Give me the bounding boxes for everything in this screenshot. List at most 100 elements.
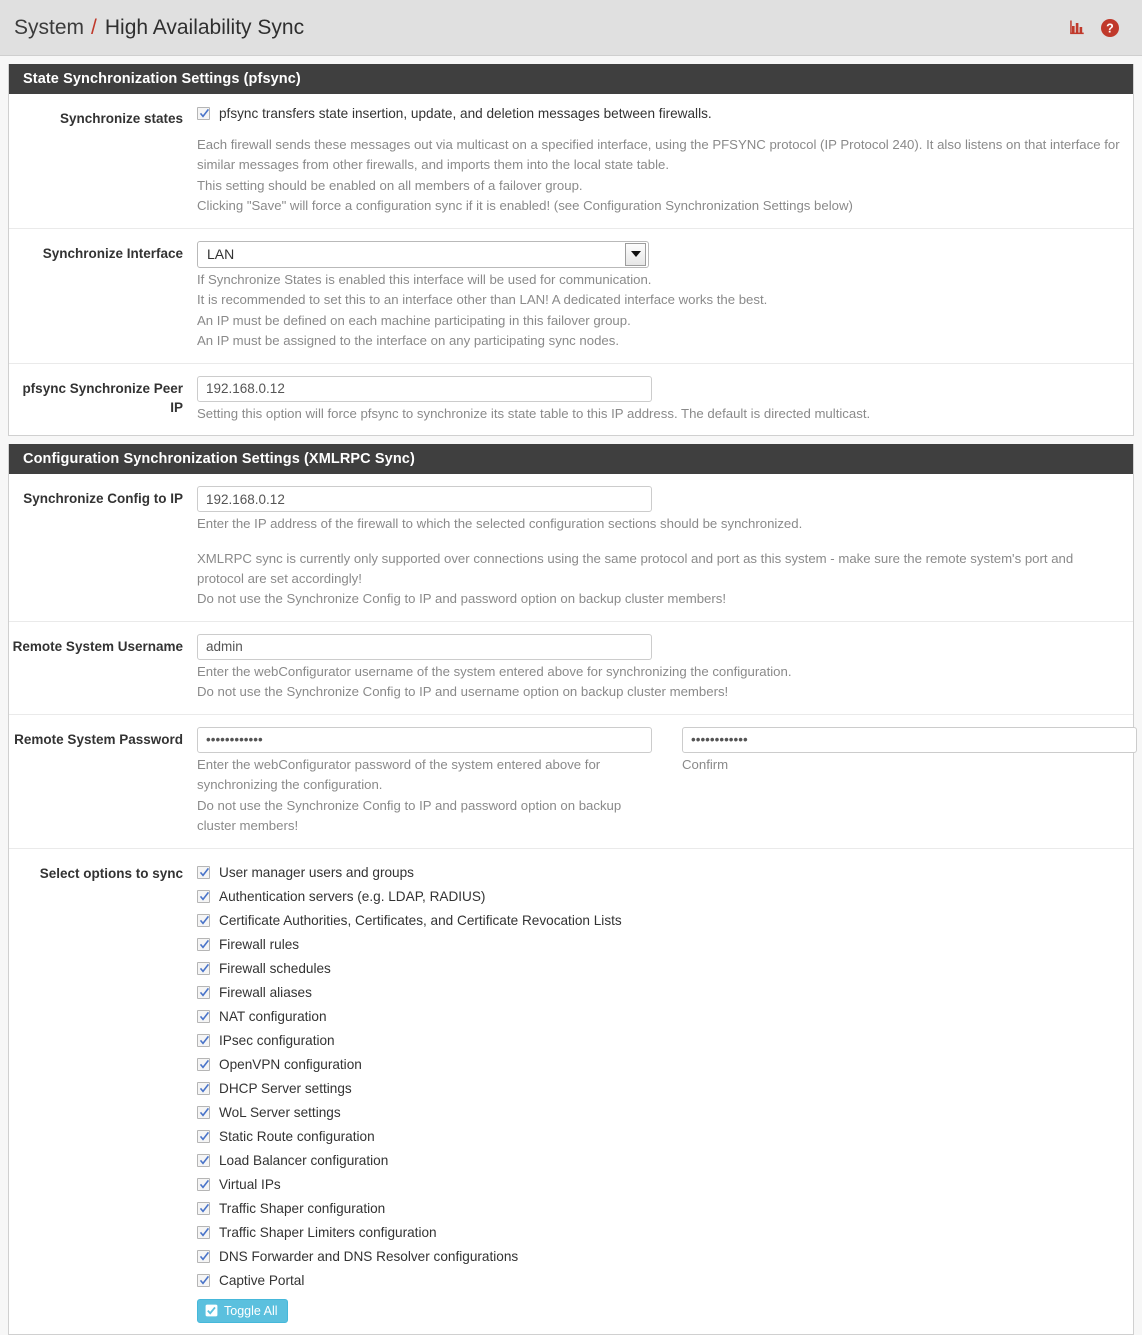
checkbox-synchronize-states[interactable] <box>197 107 210 120</box>
xmlrpc-panel: Configuration Synchronization Settings (… <box>8 444 1137 1335</box>
checkbox-sync-option[interactable] <box>197 986 210 1000</box>
warning-xmlrpc-protocol: XMLRPC sync is currently only supported … <box>197 550 1074 586</box>
checkbox-sync-option[interactable] <box>197 1130 210 1144</box>
help-synchronize-interface-2: It is recommended to set this to an inte… <box>197 292 768 308</box>
row-synchronize-states: Synchronize states pfsync transfers stat… <box>9 94 1133 229</box>
help-synchronize-states-1: Each firewall sends these messages out v… <box>197 137 1120 173</box>
checkbox-sync-option[interactable] <box>197 1082 210 1096</box>
svg-text:?: ? <box>1106 21 1114 35</box>
checkbox-sync-option[interactable] <box>197 890 210 904</box>
checkbox-sync-option[interactable] <box>197 1202 210 1216</box>
breadcrumb-bar: System / High Availability Sync ? <box>0 0 1142 56</box>
help-synchronize-interface-4: An IP must be assigned to the interface … <box>197 333 620 349</box>
sync-option-label: Load Balancer configuration <box>219 1152 389 1168</box>
check-square-icon <box>205 1304 218 1317</box>
sync-option-label: Firewall rules <box>219 936 300 952</box>
checkbox-sync-option[interactable] <box>197 1058 210 1072</box>
warning-xmlrpc-backup: Do not use the Synchronize Config to IP … <box>197 591 727 607</box>
checkbox-synchronize-states-label: pfsync transfers state insertion, update… <box>219 106 712 121</box>
checkbox-sync-option[interactable] <box>197 1226 210 1240</box>
sync-option-item[interactable]: Firewall rules <box>197 933 1123 957</box>
sync-option-label: Firewall aliases <box>219 984 312 1000</box>
remote-username-input[interactable] <box>197 633 652 660</box>
checkbox-sync-option[interactable] <box>197 1250 210 1264</box>
checkbox-sync-option[interactable] <box>197 914 210 928</box>
sync-option-label: Certificate Authorities, Certificates, a… <box>219 912 622 928</box>
sync-option-item[interactable]: Load Balancer configuration <box>197 1149 1123 1173</box>
label-sync-config-to-ip: Synchronize Config to IP <box>23 491 183 507</box>
sync-option-item[interactable]: Firewall schedules <box>197 957 1123 981</box>
sync-option-item[interactable]: NAT configuration <box>197 1005 1123 1029</box>
checkbox-sync-option[interactable] <box>197 1154 210 1168</box>
sync-option-label: WoL Server settings <box>219 1104 341 1120</box>
toggle-all-button[interactable]: Toggle All <box>197 1298 288 1323</box>
pfsync-peer-ip-input[interactable] <box>197 375 652 402</box>
header-icon-group: ? <box>1068 18 1126 38</box>
help-sync-config-to-ip: Enter the IP address of the firewall to … <box>197 516 803 532</box>
checkbox-sync-option[interactable] <box>197 1274 210 1288</box>
sync-option-item[interactable]: WoL Server settings <box>197 1101 1123 1125</box>
sync-option-item[interactable]: DHCP Server settings <box>197 1077 1123 1101</box>
checkbox-sync-option[interactable] <box>197 1034 210 1048</box>
remote-password-confirm-input[interactable] <box>682 726 1137 753</box>
sync-option-label: NAT configuration <box>219 1008 327 1024</box>
breadcrumb-separator: / <box>91 15 97 39</box>
sync-option-item[interactable]: Captive Portal <box>197 1269 1123 1293</box>
help-synchronize-states-3: Clicking "Save" will force a configurati… <box>197 198 853 214</box>
label-synchronize-interface: Synchronize Interface <box>42 245 183 261</box>
help-icon[interactable]: ? <box>1100 18 1120 38</box>
checkbox-sync-option[interactable] <box>197 962 210 976</box>
sync-option-item[interactable]: DNS Forwarder and DNS Resolver configura… <box>197 1245 1123 1269</box>
select-synchronize-interface-value: LAN <box>207 246 235 263</box>
sync-config-to-ip-input[interactable] <box>197 486 652 513</box>
status-chart-icon[interactable] <box>1068 18 1087 37</box>
sync-option-label: DNS Forwarder and DNS Resolver configura… <box>219 1248 519 1264</box>
sync-option-label: IPsec configuration <box>219 1032 335 1048</box>
row-sync-config-to-ip: Synchronize Config to IP Enter the IP ad… <box>9 474 1133 622</box>
row-remote-username: Remote System Username Enter the webConf… <box>9 622 1133 715</box>
label-remote-username: Remote System Username <box>12 638 183 654</box>
sync-option-label: Authentication servers (e.g. LDAP, RADIU… <box>219 888 486 904</box>
help-remote-username-1: Enter the webConfigurator username of th… <box>197 663 792 679</box>
checkbox-sync-option[interactable] <box>197 1010 210 1024</box>
help-remote-password-2: Do not use the Synchronize Config to IP … <box>197 797 622 834</box>
toggle-all-label: Toggle All <box>224 1303 278 1318</box>
page-title: High Availability Sync <box>104 15 305 39</box>
checkbox-sync-option[interactable] <box>197 1178 210 1192</box>
sync-option-label: OpenVPN configuration <box>219 1056 362 1072</box>
row-remote-password: Remote System Password Enter the webConf… <box>9 715 1137 849</box>
help-synchronize-interface-3: An IP must be defined on each machine pa… <box>197 312 631 328</box>
pfsync-panel: State Synchronization Settings (pfsync) … <box>8 64 1134 437</box>
sync-option-item[interactable]: Traffic Shaper Limiters configuration <box>197 1221 1123 1245</box>
sync-option-label: User manager users and groups <box>219 864 414 880</box>
sync-option-item[interactable]: Certificate Authorities, Certificates, a… <box>197 909 1123 933</box>
sync-option-item[interactable]: Virtual IPs <box>197 1173 1123 1197</box>
sync-option-item[interactable]: Authentication servers (e.g. LDAP, RADIU… <box>197 885 1123 909</box>
row-sync-options: Select options to sync User manager user… <box>9 849 1133 1334</box>
checkbox-sync-option[interactable] <box>197 938 210 952</box>
sync-option-label: Virtual IPs <box>219 1176 281 1192</box>
sync-option-item[interactable]: IPsec configuration <box>197 1029 1123 1053</box>
label-remote-password: Remote System Password <box>14 731 183 747</box>
label-pfsync-peer-ip: pfsync Synchronize Peer IP <box>22 380 183 416</box>
sync-option-label: Static Route configuration <box>219 1128 375 1144</box>
sync-option-item[interactable]: Static Route configuration <box>197 1125 1123 1149</box>
chevron-down-icon[interactable] <box>625 242 646 266</box>
checkbox-sync-option[interactable] <box>197 866 210 880</box>
select-synchronize-interface[interactable]: LAN <box>197 240 649 268</box>
help-remote-username-2: Do not use the Synchronize Config to IP … <box>197 684 729 700</box>
row-pfsync-peer-ip: pfsync Synchronize Peer IP Setting this … <box>9 364 1133 435</box>
help-remote-password-1: Enter the webConfigurator password of th… <box>197 756 601 793</box>
remote-password-input[interactable] <box>197 726 652 753</box>
sync-option-item[interactable]: Traffic Shaper configuration <box>197 1197 1123 1221</box>
breadcrumb-root[interactable]: System <box>14 16 84 40</box>
sync-option-label: Captive Portal <box>219 1272 305 1288</box>
label-remote-password-confirm: Confirm <box>682 756 729 772</box>
checkbox-sync-option[interactable] <box>197 1106 210 1120</box>
synchronize-states-checkbox-row[interactable]: pfsync transfers state insertion, update… <box>197 106 1123 121</box>
help-synchronize-interface-1: If Synchronize States is enabled this in… <box>197 271 652 287</box>
label-synchronize-states: Synchronize states <box>59 111 183 126</box>
sync-option-item[interactable]: User manager users and groups <box>197 861 1123 885</box>
sync-option-item[interactable]: OpenVPN configuration <box>197 1053 1123 1077</box>
sync-option-item[interactable]: Firewall aliases <box>197 981 1123 1005</box>
